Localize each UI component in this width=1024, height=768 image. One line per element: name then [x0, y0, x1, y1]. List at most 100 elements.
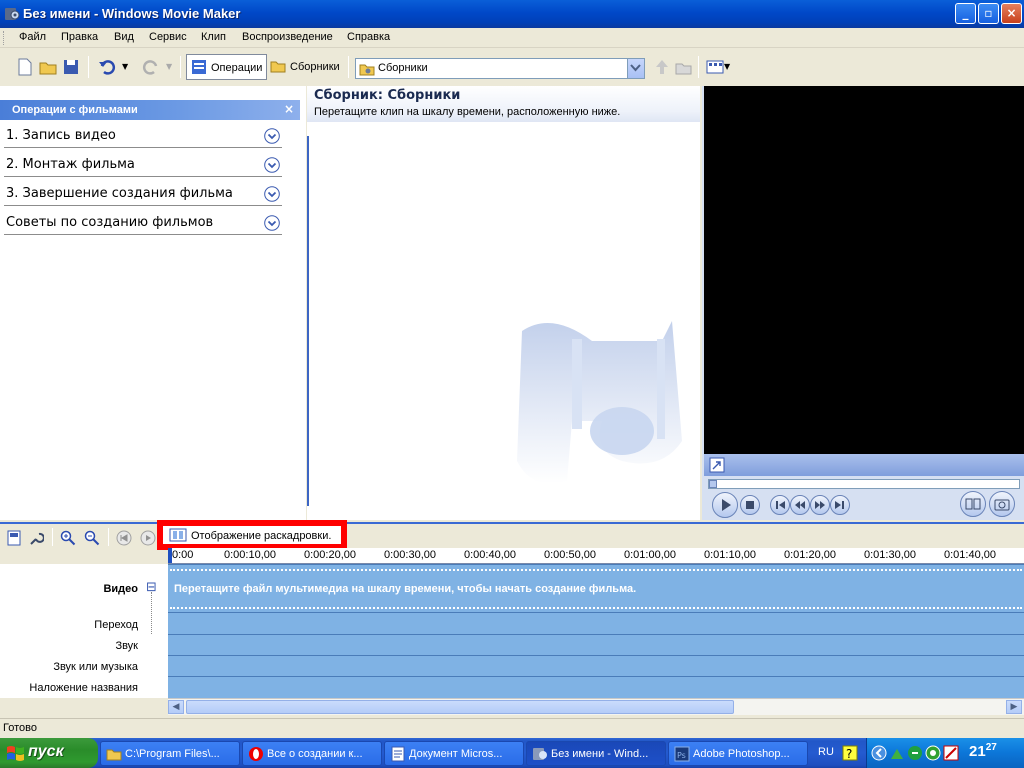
scroll-right-icon[interactable]: ▶	[1006, 700, 1022, 714]
taskbar-button-opera[interactable]: Все о создании к...	[242, 741, 382, 766]
playback-indicator[interactable]	[168, 548, 172, 563]
transition-track[interactable]	[168, 612, 1024, 634]
windows-logo-icon	[7, 746, 24, 761]
menu-grip	[3, 31, 6, 45]
split-clip-button[interactable]	[960, 491, 986, 517]
menu-play[interactable]: Воспроизведение	[242, 31, 333, 43]
menu-edit[interactable]: Правка	[61, 31, 98, 43]
title-overlay-track[interactable]	[168, 676, 1024, 698]
menu-tools[interactable]: Сервис	[149, 31, 187, 43]
help-icon[interactable]: ?	[842, 745, 858, 761]
operations-button[interactable]: Операции	[186, 54, 268, 80]
step-back-button[interactable]	[790, 495, 810, 515]
menu-help[interactable]: Справка	[347, 31, 390, 43]
up-level-icon[interactable]	[653, 58, 671, 76]
task-capture-video[interactable]: 1. Запись видео	[4, 124, 282, 148]
chevron-down-icon[interactable]	[264, 215, 280, 231]
open-project-icon[interactable]	[39, 58, 57, 76]
previous-frame-button[interactable]	[770, 495, 790, 515]
task-finish-movie[interactable]: 3. Завершение создания фильма	[4, 182, 282, 206]
audio-music-track[interactable]	[168, 655, 1024, 676]
menu-view[interactable]: Вид	[114, 31, 134, 43]
movie-tasks-header: Операции с фильмами ×	[0, 100, 300, 120]
collections-folder-icon	[270, 61, 286, 73]
next-frame-button[interactable]	[830, 495, 850, 515]
chevron-down-icon[interactable]	[264, 186, 280, 202]
close-button[interactable]: ×	[1001, 3, 1022, 24]
timeline-scrollbar[interactable]: ◀ ▶	[168, 698, 1024, 715]
status-bar: Готово	[0, 718, 1024, 738]
chevron-down-icon[interactable]	[264, 157, 280, 173]
toolbar-separator	[52, 528, 53, 546]
security-icon[interactable]	[943, 745, 959, 761]
redo-dropdown-icon[interactable]: ▼	[166, 62, 172, 71]
menu-clip[interactable]: Клип	[201, 31, 226, 43]
play-timeline-icon[interactable]	[140, 530, 156, 546]
task-movie-tips[interactable]: Советы по созданию фильмов	[4, 211, 282, 235]
stop-button[interactable]	[740, 495, 760, 515]
minimize-button[interactable]: _	[955, 3, 976, 24]
timeline-ruler[interactable]: 0:00 0:00:10,00 0:00:20,00 0:00:30,00 0:…	[168, 548, 1024, 564]
seek-thumb[interactable]	[709, 480, 717, 488]
split-clip-icon	[965, 498, 981, 510]
document-icon	[391, 746, 405, 762]
task-edit-movie[interactable]: 2. Монтаж фильма	[4, 153, 282, 177]
narrate-timeline-icon[interactable]	[28, 530, 44, 546]
redo-icon[interactable]	[142, 58, 160, 76]
language-indicator[interactable]: RU	[818, 746, 834, 758]
new-project-icon[interactable]	[16, 58, 34, 76]
audio-track[interactable]	[168, 634, 1024, 655]
chevron-down-icon[interactable]	[264, 128, 280, 144]
track-label-video: Видео	[103, 583, 138, 595]
taskbar-button-movie-maker[interactable]: Без имени - Wind...	[526, 741, 666, 766]
update-icon[interactable]	[907, 745, 923, 761]
network-icon[interactable]	[889, 745, 905, 761]
chevron-down-icon[interactable]	[627, 59, 644, 78]
monitor-bar	[704, 454, 1024, 476]
zoom-in-icon[interactable]	[60, 530, 76, 546]
storyboard-toggle-icon[interactable]	[6, 530, 22, 546]
track-label-audio-music: Звук или музыка	[53, 661, 138, 673]
views-icon[interactable]	[706, 58, 724, 76]
collection-select[interactable]: Сборники	[355, 58, 645, 79]
collections-button[interactable]: Сборники	[266, 54, 344, 80]
title-bar[interactable]: Без имени - Windows Movie Maker _ ▫ ×	[0, 0, 1024, 28]
new-collection-icon[interactable]	[675, 58, 693, 76]
scroll-thumb[interactable]	[186, 700, 734, 714]
rewind-timeline-icon[interactable]	[116, 530, 132, 546]
scroll-left-icon[interactable]: ◀	[168, 700, 184, 714]
seek-bar[interactable]	[708, 479, 1020, 489]
views-dropdown-icon[interactable]: ▼	[724, 62, 730, 71]
video-track[interactable]: Перетащите файл мультимедиа на шкалу вре…	[168, 564, 1024, 612]
filmstrip-icon	[169, 528, 187, 542]
timeline-toolbar	[0, 522, 1024, 548]
ruler-tick: 0:01:20,00	[784, 549, 836, 561]
undo-dropdown-icon[interactable]: ▼	[122, 62, 128, 71]
zoom-out-icon[interactable]	[84, 530, 100, 546]
undo-icon[interactable]	[98, 58, 116, 76]
step-forward-button[interactable]	[810, 495, 830, 515]
show-storyboard-button[interactable]: Отображение раскадровки.	[157, 520, 347, 550]
antivirus-icon[interactable]	[925, 745, 941, 761]
ruler-tick: 0:01:00,00	[624, 549, 676, 561]
film-music-watermark-icon	[517, 321, 682, 484]
menu-file[interactable]: Файл	[19, 31, 46, 43]
task-label: 1. Запись видео	[6, 128, 116, 143]
full-screen-icon[interactable]	[709, 457, 725, 473]
collections-pane[interactable]: Сборник: Сборники Перетащите клип на шка…	[307, 86, 700, 520]
save-project-icon[interactable]	[62, 58, 80, 76]
taskbar-button-explorer[interactable]: C:\Program Files\...	[100, 741, 240, 766]
taskbar-button-word[interactable]: Документ Micros...	[384, 741, 524, 766]
start-button[interactable]: пуск	[0, 738, 98, 768]
close-tasks-icon[interactable]: ×	[284, 102, 294, 116]
play-icon	[722, 499, 731, 511]
tray-expand-icon[interactable]	[871, 745, 887, 761]
menu-bar: Файл Правка Вид Сервис Клип Воспроизведе…	[0, 28, 1024, 48]
maximize-button[interactable]: ▫	[978, 3, 999, 24]
taskbar-button-photoshop[interactable]: Ps Adobe Photoshop...	[668, 741, 808, 766]
take-picture-button[interactable]	[989, 491, 1015, 517]
drop-zone-border	[170, 569, 1022, 571]
collections-divider	[307, 136, 309, 506]
play-button[interactable]	[712, 492, 738, 518]
clock-display[interactable]: 2127	[969, 742, 997, 760]
